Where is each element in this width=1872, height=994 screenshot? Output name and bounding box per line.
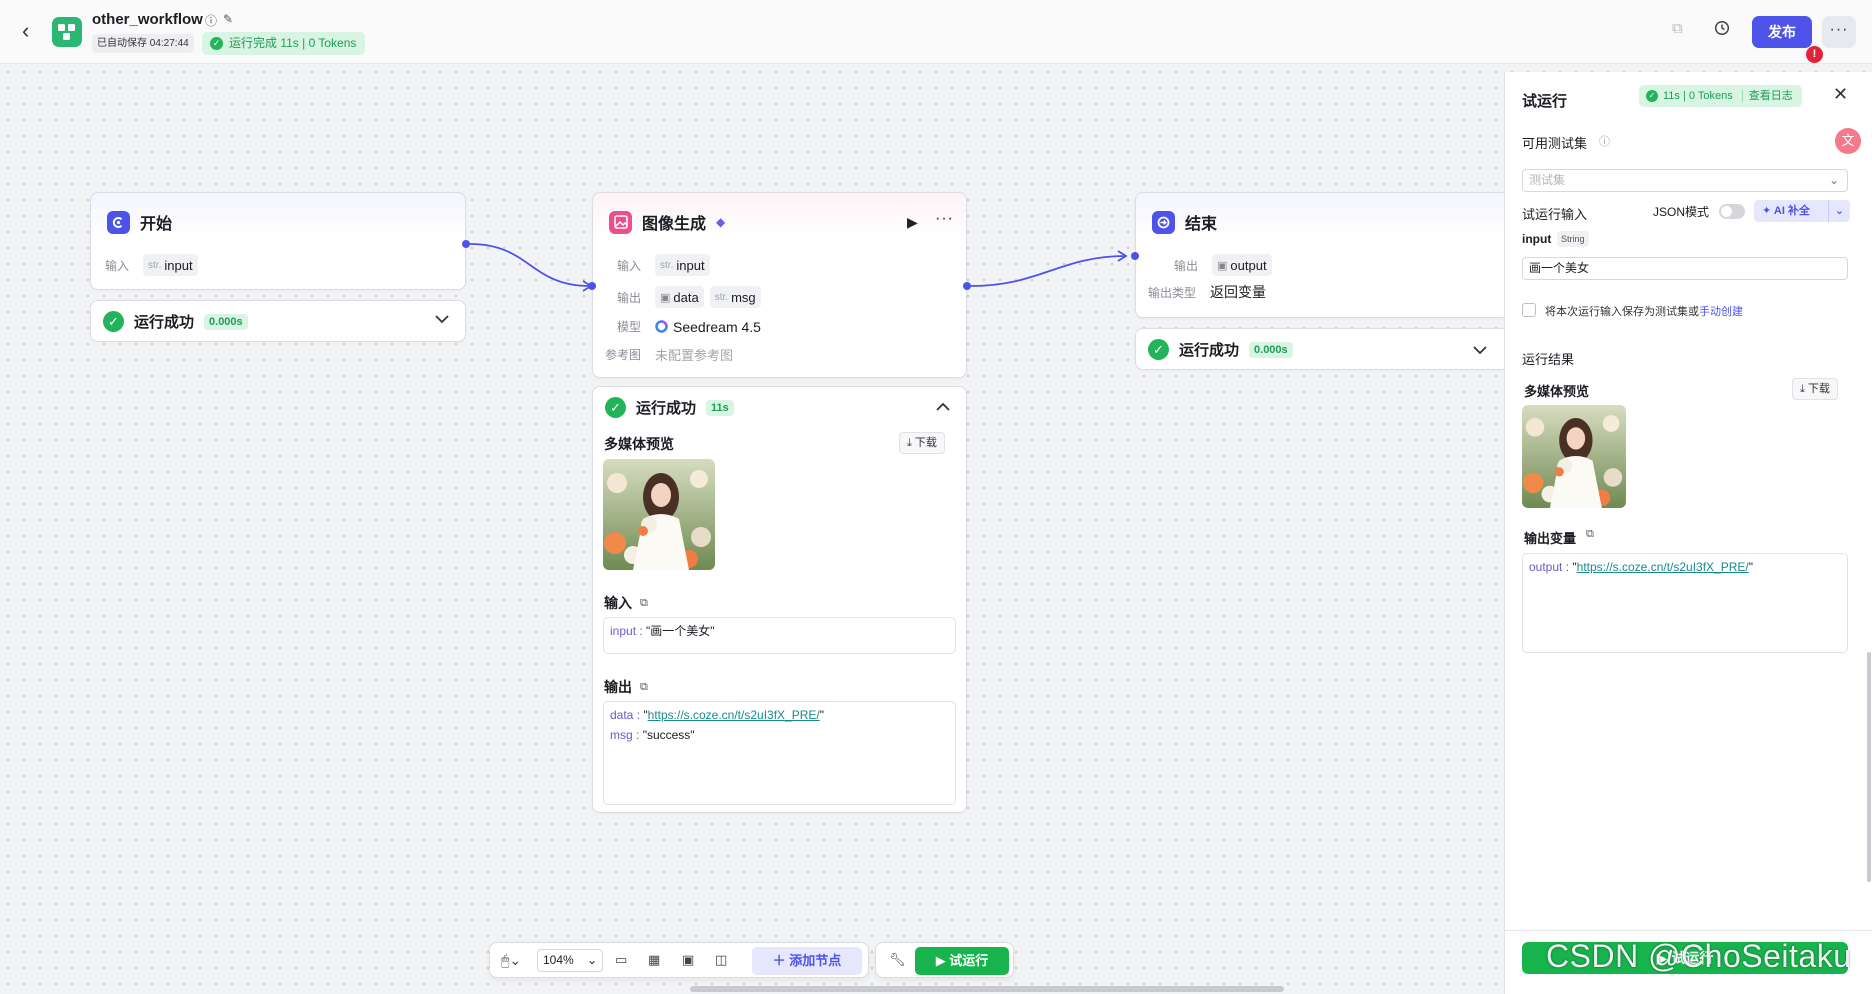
end-icon — [1152, 210, 1175, 234]
end-run-status[interactable]: ✓ 运行成功 0.000s — [1135, 328, 1510, 370]
debug-tool-icon[interactable]: 🔧︎ — [889, 952, 906, 968]
translate-icon[interactable]: 文 — [1835, 128, 1861, 154]
output-url-link[interactable]: https://s.coze.cn/t/s2uI3fX_PRE/ — [1577, 560, 1749, 574]
start-icon — [107, 210, 130, 234]
result-image-preview[interactable] — [1522, 405, 1626, 508]
run-input-label: 试运行输入 — [1522, 207, 1588, 222]
type-badge: String — [1557, 231, 1589, 247]
run-node-play-icon[interactable]: ▶ — [907, 214, 918, 231]
mouse-mode-icon[interactable]: 🖱︎⌄ — [501, 952, 521, 969]
image-type-icon: ▣ — [1217, 259, 1228, 272]
output-var-label: 输出变量 — [1524, 531, 1577, 546]
image-type-icon: ▣ — [660, 291, 671, 304]
success-check-icon: ✓ — [1148, 339, 1169, 360]
success-check-icon: ✓ — [103, 311, 124, 332]
output-section-title: 输出 — [604, 679, 632, 695]
run-result-label: 运行结果 — [1522, 352, 1575, 367]
output-data-tag: ▣ data — [655, 286, 704, 308]
panel-title: 试运行 — [1522, 93, 1568, 110]
output-msg-tag: str. msg — [709, 286, 761, 308]
output-var-box: output : "https://s.coze.cn/t/s2uI3fX_PR… — [1522, 553, 1848, 653]
chevron-down-icon[interactable]: ⌄ — [1828, 200, 1850, 222]
watermark: CSDN @ChoSeitaku — [1546, 938, 1852, 974]
copy-icon[interactable]: ⧉ — [640, 597, 648, 610]
download-button[interactable]: ⤓ 下载 — [899, 432, 945, 454]
close-icon[interactable]: ✕ — [1833, 84, 1848, 105]
run-toolbar: 🔧︎ ▶ 试运行 — [875, 942, 1014, 978]
end-node[interactable]: 结束 输出 ▣ output 输出类型 返回变量 — [1135, 192, 1510, 318]
image-gen-input-port[interactable] — [588, 282, 596, 290]
chevron-down-icon[interactable] — [435, 311, 449, 327]
test-set-select[interactable]: 测试集 ⌄ — [1522, 169, 1848, 192]
play-icon: ▶ — [935, 953, 950, 968]
panel-scrollbar[interactable] — [1867, 652, 1871, 882]
minimap-icon[interactable]: ◫ — [715, 952, 727, 968]
chevron-down-icon: ⌄ — [1828, 173, 1839, 187]
premium-diamond-icon: ◆ — [716, 215, 726, 229]
download-icon: ⤓ — [907, 437, 915, 449]
test-run-button[interactable]: ▶ 试运行 — [915, 947, 1009, 975]
check-icon: ✓ — [1646, 90, 1658, 102]
manual-create-link[interactable]: 手动创建 — [1699, 306, 1743, 318]
canvas-toolbar: 🖱︎⌄ 104% ⌄ ▭ ▦ ▣ ◫ ＋ 添加节点 — [489, 942, 869, 978]
output-json-box: data : "https://s.coze.cn/t/s2uI3fX_PRE/… — [603, 701, 956, 805]
json-mode-label: JSON模式 — [1653, 205, 1710, 219]
input-label: 输入 — [105, 258, 130, 273]
test-run-panel: 试运行 ✓ 11s | 0 Tokens 查看日志 ✕ 文 可用测试集 ⓘ 测试… — [1504, 72, 1872, 994]
view-log-link[interactable]: 查看日志 — [1741, 90, 1793, 102]
edge-image-to-end — [970, 255, 1127, 287]
ai-fill-button[interactable]: ✦ AI 补全 ⌄ — [1754, 200, 1850, 222]
input-param-tag: str. input — [143, 254, 198, 276]
output-param-tag: ▣ output — [1212, 254, 1272, 276]
media-preview-label: 多媒体预览 — [1524, 384, 1590, 399]
copy-icon[interactable]: ⧉ — [640, 681, 648, 694]
horizontal-scrollbar[interactable] — [690, 986, 1284, 992]
image-gen-node[interactable]: 图像生成 ◆ ▶ ··· 输入 str. input 输出 ▣ data str. m… — [592, 192, 967, 378]
test-input-field[interactable]: 画一个美女 — [1522, 257, 1848, 280]
json-mode-toggle[interactable] — [1719, 204, 1745, 219]
info-icon[interactable]: ⓘ — [1599, 133, 1610, 149]
zoom-select[interactable]: 104% ⌄ — [537, 949, 603, 972]
start-node[interactable]: 开始 输入 str. input — [90, 192, 466, 290]
start-run-status[interactable]: ✓ 运行成功 0.000s — [90, 300, 466, 342]
plus-icon: ＋ — [772, 953, 790, 968]
input-param-name: input — [1522, 232, 1552, 246]
end-input-port[interactable] — [1131, 252, 1139, 260]
copy-icon[interactable]: ⧉ — [1586, 528, 1594, 541]
sparkle-icon: ✦ — [1762, 205, 1774, 217]
image-gen-output-port[interactable] — [963, 282, 971, 290]
generated-image-preview[interactable] — [603, 459, 715, 570]
chevron-down-icon[interactable] — [1473, 342, 1487, 358]
download-icon: ⤓ — [1800, 383, 1808, 395]
download-button[interactable]: ⤓ 下载 — [1792, 378, 1838, 400]
input-param-tag: str. input — [655, 254, 710, 276]
node-title: 结束 — [1185, 216, 1218, 233]
test-set-label: 可用测试集 — [1522, 136, 1588, 151]
node-title: 开始 — [140, 216, 173, 233]
image-icon — [609, 210, 632, 234]
success-check-icon: ✓ — [605, 397, 626, 418]
image-icon[interactable]: ▣ — [682, 952, 694, 968]
grid-layout-icon[interactable]: ▦ — [648, 952, 660, 968]
chevron-down-icon: ⌄ — [586, 953, 597, 967]
edge-start-to-image — [469, 243, 591, 287]
input-json-box: input : "画一个美女" — [603, 617, 956, 654]
start-output-port[interactable] — [462, 240, 470, 248]
output-url-link[interactable]: https://s.coze.cn/t/s2uI3fX_PRE/ — [648, 708, 820, 722]
model-logo-icon — [655, 320, 668, 333]
model-name: Seedream 4.5 — [673, 318, 761, 335]
save-testset-checkbox[interactable] — [1522, 303, 1536, 317]
add-node-button[interactable]: ＋ 添加节点 — [752, 947, 862, 975]
media-preview-label: 多媒体预览 — [604, 436, 674, 452]
image-gen-run-result: ✓ 运行成功 11s 多媒体预览 ⤓ 下载 输入 ⧉ input : "画一个美… — [592, 386, 967, 813]
panel-run-status: ✓ 11s | 0 Tokens 查看日志 — [1639, 85, 1802, 107]
comment-icon[interactable]: ▭ — [615, 952, 627, 968]
chevron-up-icon[interactable] — [936, 399, 950, 415]
node-more-icon[interactable]: ··· — [935, 210, 954, 228]
input-section-title: 输入 — [604, 595, 632, 611]
node-title: 图像生成 — [642, 216, 707, 233]
